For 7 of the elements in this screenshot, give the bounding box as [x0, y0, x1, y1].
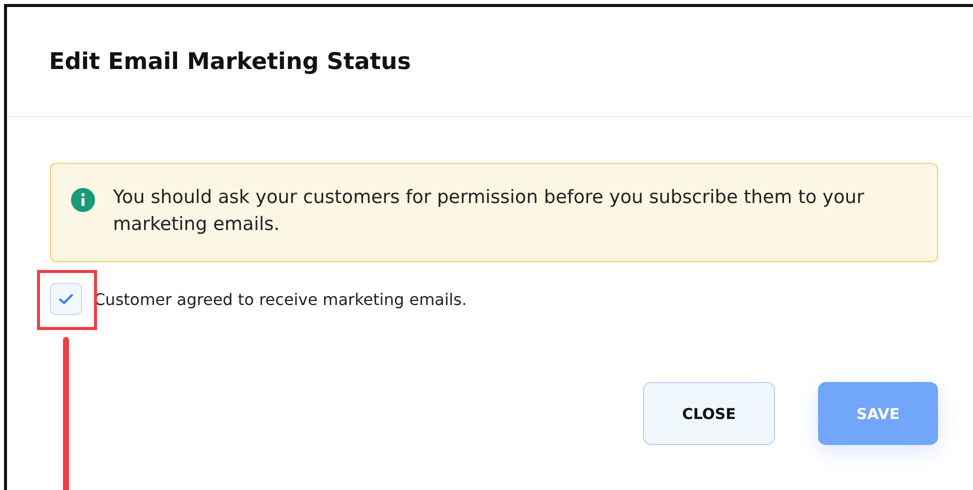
consent-checkbox[interactable] — [50, 283, 82, 315]
check-icon — [58, 293, 74, 305]
highlight-box — [37, 270, 97, 330]
secondary-button[interactable]: CLOSE — [643, 382, 775, 445]
dialog-title: Edit Email Marketing Status — [49, 48, 411, 74]
info-icon — [71, 188, 95, 212]
notice-text: You should ask your customers for permission before you subscribe them to your marketing emails. — [113, 186, 866, 237]
